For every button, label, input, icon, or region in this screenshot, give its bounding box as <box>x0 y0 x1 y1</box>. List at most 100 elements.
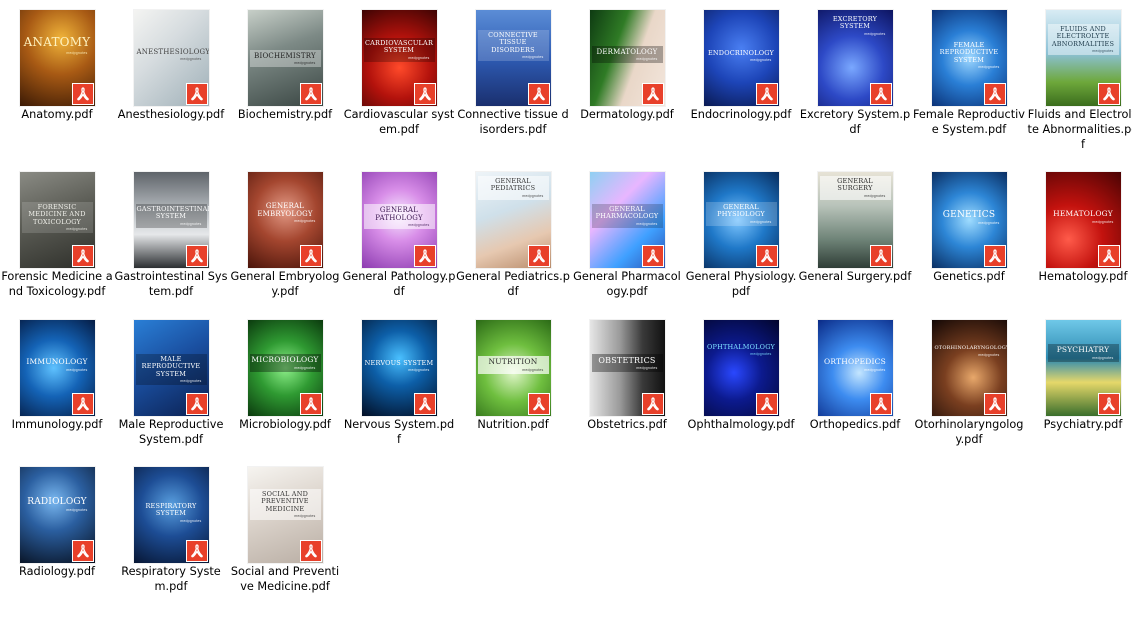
file-name[interactable]: Endocrinology.pdf <box>684 107 798 122</box>
file-name[interactable]: Excretory System.pdf <box>798 107 912 137</box>
file-name[interactable]: Female Reproductive System.pdf <box>912 107 1026 137</box>
file-name[interactable]: General Physiology.pdf <box>684 269 798 299</box>
file-name[interactable]: General Pathology.pdf <box>342 269 456 299</box>
file-item-connective[interactable]: CONNECTIVE TISSUE DISORDERS medpgnotes C… <box>456 10 570 137</box>
lungs-icon[interactable]: RESPIRATORY SYSTEM medpgnotes <box>133 467 209 563</box>
sperm-icon[interactable]: MALE REPRODUCTIVE SYSTEM medpgnotes <box>133 320 209 416</box>
file-name[interactable]: General Embryology.pdf <box>228 269 342 299</box>
file-name[interactable]: Hematology.pdf <box>1026 269 1132 284</box>
skeleton-icon[interactable]: ANATOMY medpgnotes <box>19 10 95 106</box>
file-name[interactable]: Immunology.pdf <box>0 417 114 432</box>
file-item-male[interactable]: MALE REPRODUCTIVE SYSTEM medpgnotes Male… <box>114 320 228 447</box>
file-item-pathology[interactable]: GENERAL PATHOLOGY medpgnotes General Pat… <box>342 172 456 299</box>
ear-icon[interactable]: OTORHINOLARYNGOLOGY medpgnotes <box>931 320 1007 416</box>
syringe-icon[interactable]: ANESTHESIOLOGY medpgnotes <box>133 10 209 106</box>
face-icon[interactable]: DERMATOLOGY medpgnotes <box>589 10 665 106</box>
file-item-radiology[interactable]: RADIOLOGY medpgnotes Radiology.pdf <box>0 467 114 579</box>
file-name[interactable]: Connective tissue disorders.pdf <box>456 107 570 137</box>
file-item-nervous[interactable]: NERVOUS SYSTEM medpgnotes Nervous System… <box>342 320 456 447</box>
dna-icon[interactable]: GENETICS medpgnotes <box>931 172 1007 268</box>
file-name[interactable]: Ophthalmology.pdf <box>684 417 798 432</box>
file-item-excretory[interactable]: EXCRETORY SYSTEM medpgnotes Excretory Sy… <box>798 10 912 137</box>
file-item-anesthesiology[interactable]: ANESTHESIOLOGY medpgnotes Anesthesiology… <box>114 10 228 122</box>
brain-icon[interactable]: NERVOUS SYSTEM medpgnotes <box>361 320 437 416</box>
file-name[interactable]: Forensic Medicine and Toxicology.pdf <box>0 269 114 299</box>
bone-icon[interactable]: ORTHOPEDICS medpgnotes <box>817 320 893 416</box>
eye-icon[interactable]: OPHTHALMOLOGY medpgnotes <box>703 320 779 416</box>
file-name[interactable]: Anatomy.pdf <box>0 107 114 122</box>
kidney-icon[interactable]: EXCRETORY SYSTEM medpgnotes <box>817 10 893 106</box>
cell-icon[interactable]: GENERAL PATHOLOGY medpgnotes <box>361 172 437 268</box>
file-item-anatomy[interactable]: ANATOMY medpgnotes Anatomy.pdf <box>0 10 114 122</box>
file-item-hematology[interactable]: HEMATOLOGY medpgnotes Hematology.pdf <box>1026 172 1132 284</box>
file-item-cardiovascular[interactable]: CARDIOVASCULAR SYSTEM medpgnotes Cardiov… <box>342 10 456 137</box>
file-name[interactable]: Fluids and Electrolyte Abnormalities.pdf <box>1026 107 1132 152</box>
gland-icon[interactable]: ENDOCRINOLOGY medpgnotes <box>703 10 779 106</box>
file-name[interactable]: Obstetrics.pdf <box>570 417 684 432</box>
scalpel-icon[interactable]: GENERAL SURGERY medpgnotes <box>817 172 893 268</box>
file-item-pharmacology[interactable]: GENERAL PHARMACOLOGY medpgnotes General … <box>570 172 684 299</box>
file-item-female[interactable]: FEMALE REPRODUCTIVE SYSTEM medpgnotes Fe… <box>912 10 1026 137</box>
mind-icon[interactable]: PSYCHIATRY medpgnotes <box>1045 320 1121 416</box>
file-item-ent[interactable]: OTORHINOLARYNGOLOGY medpgnotes Otorhinol… <box>912 320 1026 447</box>
file-item-respiratory[interactable]: RESPIRATORY SYSTEM medpgnotes Respirator… <box>114 467 228 594</box>
file-item-microbiology[interactable]: MICROBIOLOGY medpgnotes Microbiology.pdf <box>228 320 342 432</box>
file-item-nutrition[interactable]: NUTRITION medpgnotes Nutrition.pdf <box>456 320 570 432</box>
body-icon[interactable]: CONNECTIVE TISSUE DISORDERS medpgnotes <box>475 10 551 106</box>
ovary-icon[interactable]: FEMALE REPRODUCTIVE SYSTEM medpgnotes <box>931 10 1007 106</box>
cover-publisher: medpgnotes <box>978 221 1000 226</box>
embryo-icon[interactable]: GENERAL EMBRYOLOGY medpgnotes <box>247 172 323 268</box>
pill-icon[interactable]: GENERAL PHARMACOLOGY medpgnotes <box>589 172 665 268</box>
file-name[interactable]: Orthopedics.pdf <box>798 417 912 432</box>
file-name[interactable]: Nervous System.pdf <box>342 417 456 447</box>
leaf-icon[interactable]: NUTRITION medpgnotes <box>475 320 551 416</box>
heart-icon[interactable]: CARDIOVASCULAR SYSTEM medpgnotes <box>361 10 437 106</box>
intestine-icon[interactable]: GASTROINTESTINAL SYSTEM medpgnotes <box>133 172 209 268</box>
file-item-embryology[interactable]: GENERAL EMBRYOLOGY medpgnotes General Em… <box>228 172 342 299</box>
file-item-psychiatry[interactable]: PSYCHIATRY medpgnotes Psychiatry.pdf <box>1026 320 1132 432</box>
pregnancy-icon[interactable]: OBSTETRICS medpgnotes <box>589 320 665 416</box>
file-item-dermatology[interactable]: DERMATOLOGY medpgnotes Dermatology.pdf <box>570 10 684 122</box>
file-name[interactable]: Dermatology.pdf <box>570 107 684 122</box>
virus-icon[interactable]: IMMUNOLOGY medpgnotes <box>19 320 95 416</box>
file-name[interactable]: Genetics.pdf <box>912 269 1026 284</box>
file-name[interactable]: Otorhinolaryngology.pdf <box>912 417 1026 447</box>
file-name[interactable]: Male Reproductive System.pdf <box>114 417 228 447</box>
file-item-endocrinology[interactable]: ENDOCRINOLOGY medpgnotes Endocrinology.p… <box>684 10 798 122</box>
file-name[interactable]: Radiology.pdf <box>0 564 114 579</box>
file-name[interactable]: Biochemistry.pdf <box>228 107 342 122</box>
file-item-biochemistry[interactable]: BIOCHEMISTRY medpgnotes Biochemistry.pdf <box>228 10 342 122</box>
file-item-ophthalmology[interactable]: OPHTHALMOLOGY medpgnotes Ophthalmology.p… <box>684 320 798 432</box>
file-item-physiology[interactable]: GENERAL PHYSIOLOGY medpgnotes General Ph… <box>684 172 798 299</box>
test-tube-icon[interactable]: BIOCHEMISTRY medpgnotes <box>247 10 323 106</box>
xray-icon[interactable]: RADIOLOGY medpgnotes <box>19 467 95 563</box>
file-name[interactable]: General Pediatrics.pdf <box>456 269 570 299</box>
file-name[interactable]: Social and Preventive Medicine.pdf <box>228 564 342 594</box>
file-item-genetics[interactable]: GENETICS medpgnotes Genetics.pdf <box>912 172 1026 284</box>
file-item-surgery[interactable]: GENERAL SURGERY medpgnotes General Surge… <box>798 172 912 284</box>
file-item-forensic[interactable]: FORENSIC MEDICINE AND TOXICOLOGY medpgno… <box>0 172 114 299</box>
file-item-fluids[interactable]: FLUIDS AND ELECTROLYTE ABNORMALITIES med… <box>1026 10 1132 152</box>
baby-icon[interactable]: GENERAL PEDIATRICS medpgnotes <box>475 172 551 268</box>
file-name[interactable]: Microbiology.pdf <box>228 417 342 432</box>
file-name[interactable]: Cardiovascular system.pdf <box>342 107 456 137</box>
droplet-icon[interactable]: FLUIDS AND ELECTROLYTE ABNORMALITIES med… <box>1045 10 1121 106</box>
fingerprint-icon[interactable]: FORENSIC MEDICINE AND TOXICOLOGY medpgno… <box>19 172 95 268</box>
file-item-pediatrics[interactable]: GENERAL PEDIATRICS medpgnotes General Pe… <box>456 172 570 299</box>
blood-cell-icon[interactable]: HEMATOLOGY medpgnotes <box>1045 172 1121 268</box>
file-item-gastro[interactable]: GASTROINTESTINAL SYSTEM medpgnotes Gastr… <box>114 172 228 299</box>
hands-icon[interactable]: SOCIAL AND PREVENTIVE MEDICINE medpgnote… <box>247 467 323 563</box>
file-name[interactable]: Anesthesiology.pdf <box>114 107 228 122</box>
file-name[interactable]: Psychiatry.pdf <box>1026 417 1132 432</box>
file-name[interactable]: Nutrition.pdf <box>456 417 570 432</box>
file-item-orthopedics[interactable]: ORTHOPEDICS medpgnotes Orthopedics.pdf <box>798 320 912 432</box>
file-name[interactable]: General Pharmacology.pdf <box>570 269 684 299</box>
file-item-obstetrics[interactable]: OBSTETRICS medpgnotes Obstetrics.pdf <box>570 320 684 432</box>
file-item-social[interactable]: SOCIAL AND PREVENTIVE MEDICINE medpgnote… <box>228 467 342 594</box>
file-name[interactable]: Respiratory System.pdf <box>114 564 228 594</box>
file-name[interactable]: General Surgery.pdf <box>798 269 912 284</box>
file-item-immunology[interactable]: IMMUNOLOGY medpgnotes Immunology.pdf <box>0 320 114 432</box>
neuron-icon[interactable]: GENERAL PHYSIOLOGY medpgnotes <box>703 172 779 268</box>
bacteria-icon[interactable]: MICROBIOLOGY medpgnotes <box>247 320 323 416</box>
file-name[interactable]: Gastrointestinal System.pdf <box>114 269 228 299</box>
